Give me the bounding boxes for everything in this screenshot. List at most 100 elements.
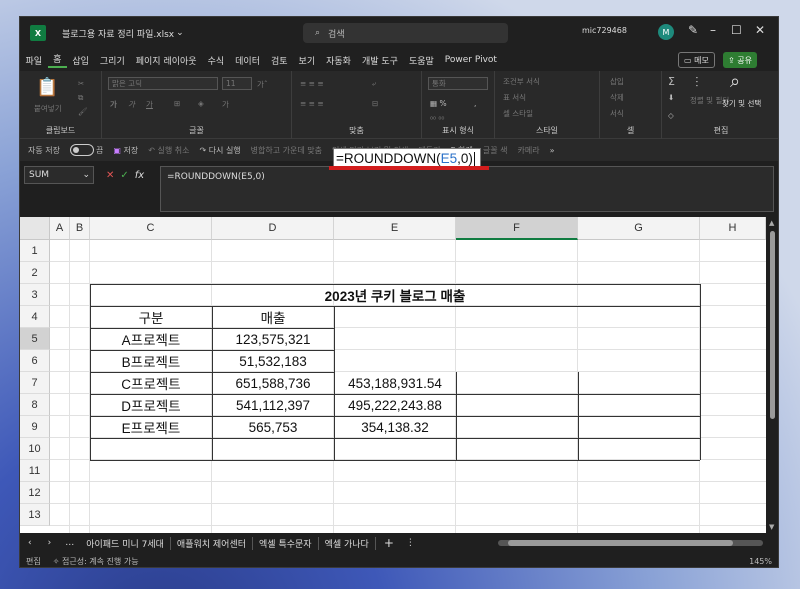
- tab-help[interactable]: 도움말: [403, 54, 439, 67]
- undo-button[interactable]: ↶ 실행 취소: [148, 145, 189, 156]
- font-size-select[interactable]: 11: [222, 77, 252, 90]
- project-name[interactable]: E프로젝트: [90, 416, 212, 438]
- currency-icon[interactable]: ▦ %: [430, 99, 447, 108]
- column-header-g[interactable]: G: [578, 217, 700, 240]
- column-header-a[interactable]: A: [50, 217, 70, 240]
- row-header-1[interactable]: 1: [20, 240, 50, 262]
- tab-home[interactable]: 홈: [47, 52, 67, 68]
- zoom-level[interactable]: 145%: [749, 557, 772, 566]
- scroll-down-icon[interactable]: ▼: [769, 523, 774, 531]
- adjusted-value[interactable]: 495,222,243.88: [334, 394, 456, 416]
- merge-center-button[interactable]: 병합하고 가운데 맞춤: [251, 145, 322, 156]
- row-header-2[interactable]: 2: [20, 262, 50, 284]
- row-header-6[interactable]: 6: [20, 350, 50, 372]
- sales-value[interactable]: 51,532,183: [212, 350, 334, 372]
- format-cells-button[interactable]: 서식: [610, 108, 624, 119]
- more-sheets-icon[interactable]: …: [59, 538, 80, 548]
- decimal-icon[interactable]: ⁰⁰ ⁰⁰: [430, 115, 444, 124]
- project-name[interactable]: D프로젝트: [90, 394, 212, 416]
- camera-button[interactable]: 카메라: [517, 145, 539, 156]
- search-box[interactable]: ⌕ 검색: [303, 23, 508, 43]
- pen-icon[interactable]: ✎: [688, 23, 698, 37]
- table-format-button[interactable]: 표 서식: [503, 92, 526, 103]
- cut-icon[interactable]: ✂: [78, 79, 84, 88]
- row-header-13[interactable]: 13: [20, 504, 50, 526]
- share-button[interactable]: ⇪ 공유: [723, 52, 757, 68]
- tab-formulas[interactable]: 수식: [202, 54, 230, 67]
- number-format-select[interactable]: 통화: [428, 77, 488, 90]
- more-commands-button[interactable]: »: [550, 146, 555, 155]
- align-left-icon[interactable]: ≡ ≡ ≡: [300, 99, 324, 108]
- sales-value[interactable]: 651,588,736: [212, 372, 334, 394]
- horizontal-scrollbar[interactable]: [498, 540, 763, 546]
- insert-function-icon[interactable]: fx: [135, 170, 144, 181]
- underline-icon[interactable]: 가: [146, 99, 153, 110]
- user-name[interactable]: mic729468: [582, 26, 627, 35]
- scroll-thumb[interactable]: [770, 231, 775, 419]
- row-header-9[interactable]: 9: [20, 416, 50, 438]
- column-header-d[interactable]: D: [212, 217, 334, 240]
- scroll-thumb[interactable]: [508, 540, 733, 546]
- close-icon[interactable]: ✕: [755, 23, 765, 37]
- sheet-tab[interactable]: 엑셀 특수문자: [253, 536, 319, 550]
- border-icon[interactable]: ⊞: [174, 99, 180, 108]
- column-header-f[interactable]: F: [456, 217, 578, 240]
- align-top-icon[interactable]: ≡ ≡ ≡: [300, 79, 324, 88]
- row-header-3[interactable]: 3: [20, 284, 50, 306]
- maximize-icon[interactable]: ☐: [731, 23, 742, 37]
- filter-icon[interactable]: ⫶: [695, 75, 699, 91]
- project-name[interactable]: B프로젝트: [90, 350, 212, 372]
- wrap-text-icon[interactable]: ⤶: [372, 79, 376, 89]
- cell-style-button[interactable]: 셀 스타일: [503, 108, 533, 119]
- sales-value[interactable]: 541,112,397: [212, 394, 334, 416]
- project-name[interactable]: A프로젝트: [90, 328, 212, 350]
- italic-icon[interactable]: 가: [128, 99, 135, 110]
- name-box[interactable]: SUM ⌄: [24, 166, 94, 184]
- row-header-7[interactable]: 7: [20, 372, 50, 394]
- sheet-tab[interactable]: 애플워치 제어센터: [171, 536, 254, 550]
- grow-font-icon[interactable]: 가ˆ: [257, 79, 268, 90]
- chevron-down-icon[interactable]: ⌄: [176, 28, 184, 38]
- tab-file[interactable]: 파일: [20, 54, 48, 67]
- save-button[interactable]: ▣ 저장: [113, 145, 138, 156]
- find-select-button[interactable]: 찾기 및 선택: [722, 98, 761, 109]
- next-sheet-icon[interactable]: ›: [40, 538, 60, 548]
- sheet-tab[interactable]: 아이패드 미니 7세대: [80, 536, 171, 550]
- clear-icon[interactable]: ◇: [668, 111, 674, 120]
- memo-button[interactable]: ▭ 메모: [678, 52, 715, 68]
- autosum-icon[interactable]: Σ: [668, 75, 675, 88]
- insert-cells-button[interactable]: 삽입: [610, 76, 624, 87]
- row-header-5[interactable]: 5: [20, 328, 50, 350]
- font-color-icon[interactable]: 가: [222, 99, 229, 110]
- row-header-4[interactable]: 4: [20, 306, 50, 328]
- font-color-button[interactable]: 글꼴 색: [483, 145, 508, 156]
- tab-view[interactable]: 보기: [293, 54, 321, 67]
- tab-draw[interactable]: 그리기: [94, 54, 130, 67]
- avatar[interactable]: M: [658, 24, 674, 40]
- worksheet[interactable]: A B C D E F G H 1 2 3 4 5 6 7 8 9 10 11 …: [20, 217, 766, 533]
- find-icon[interactable]: ⌕: [730, 71, 740, 92]
- minimize-icon[interactable]: –: [710, 23, 716, 37]
- row-header-12[interactable]: 12: [20, 482, 50, 504]
- sales-value[interactable]: 565,753: [212, 416, 334, 438]
- column-header-h[interactable]: H: [700, 217, 766, 240]
- header-category[interactable]: 구분: [90, 306, 212, 328]
- cancel-icon[interactable]: ✕: [106, 170, 114, 181]
- bold-icon[interactable]: 가: [110, 99, 117, 110]
- fill-color-icon[interactable]: ◈: [198, 99, 204, 108]
- tab-menu-icon[interactable]: ⋮: [402, 538, 419, 548]
- sheet-tab[interactable]: 엑셀 가나다: [319, 536, 376, 550]
- row-header-11[interactable]: 11: [20, 460, 50, 482]
- table-title[interactable]: 2023년 쿠키 블로그 매출: [90, 284, 700, 306]
- conditional-format-button[interactable]: 조건부 서식: [503, 76, 540, 87]
- delete-cells-button[interactable]: 삭제: [610, 92, 624, 103]
- select-all-corner[interactable]: [20, 217, 50, 240]
- header-sales[interactable]: 매출: [212, 306, 334, 328]
- comma-icon[interactable]: ,: [474, 99, 476, 108]
- enter-icon[interactable]: ✓: [120, 170, 128, 181]
- row-header-10[interactable]: 10: [20, 438, 50, 460]
- format-painter-icon[interactable]: 🖌: [78, 107, 88, 116]
- column-header-c[interactable]: C: [90, 217, 212, 240]
- tab-review[interactable]: 검토: [265, 54, 293, 67]
- column-header-e[interactable]: E: [334, 217, 456, 240]
